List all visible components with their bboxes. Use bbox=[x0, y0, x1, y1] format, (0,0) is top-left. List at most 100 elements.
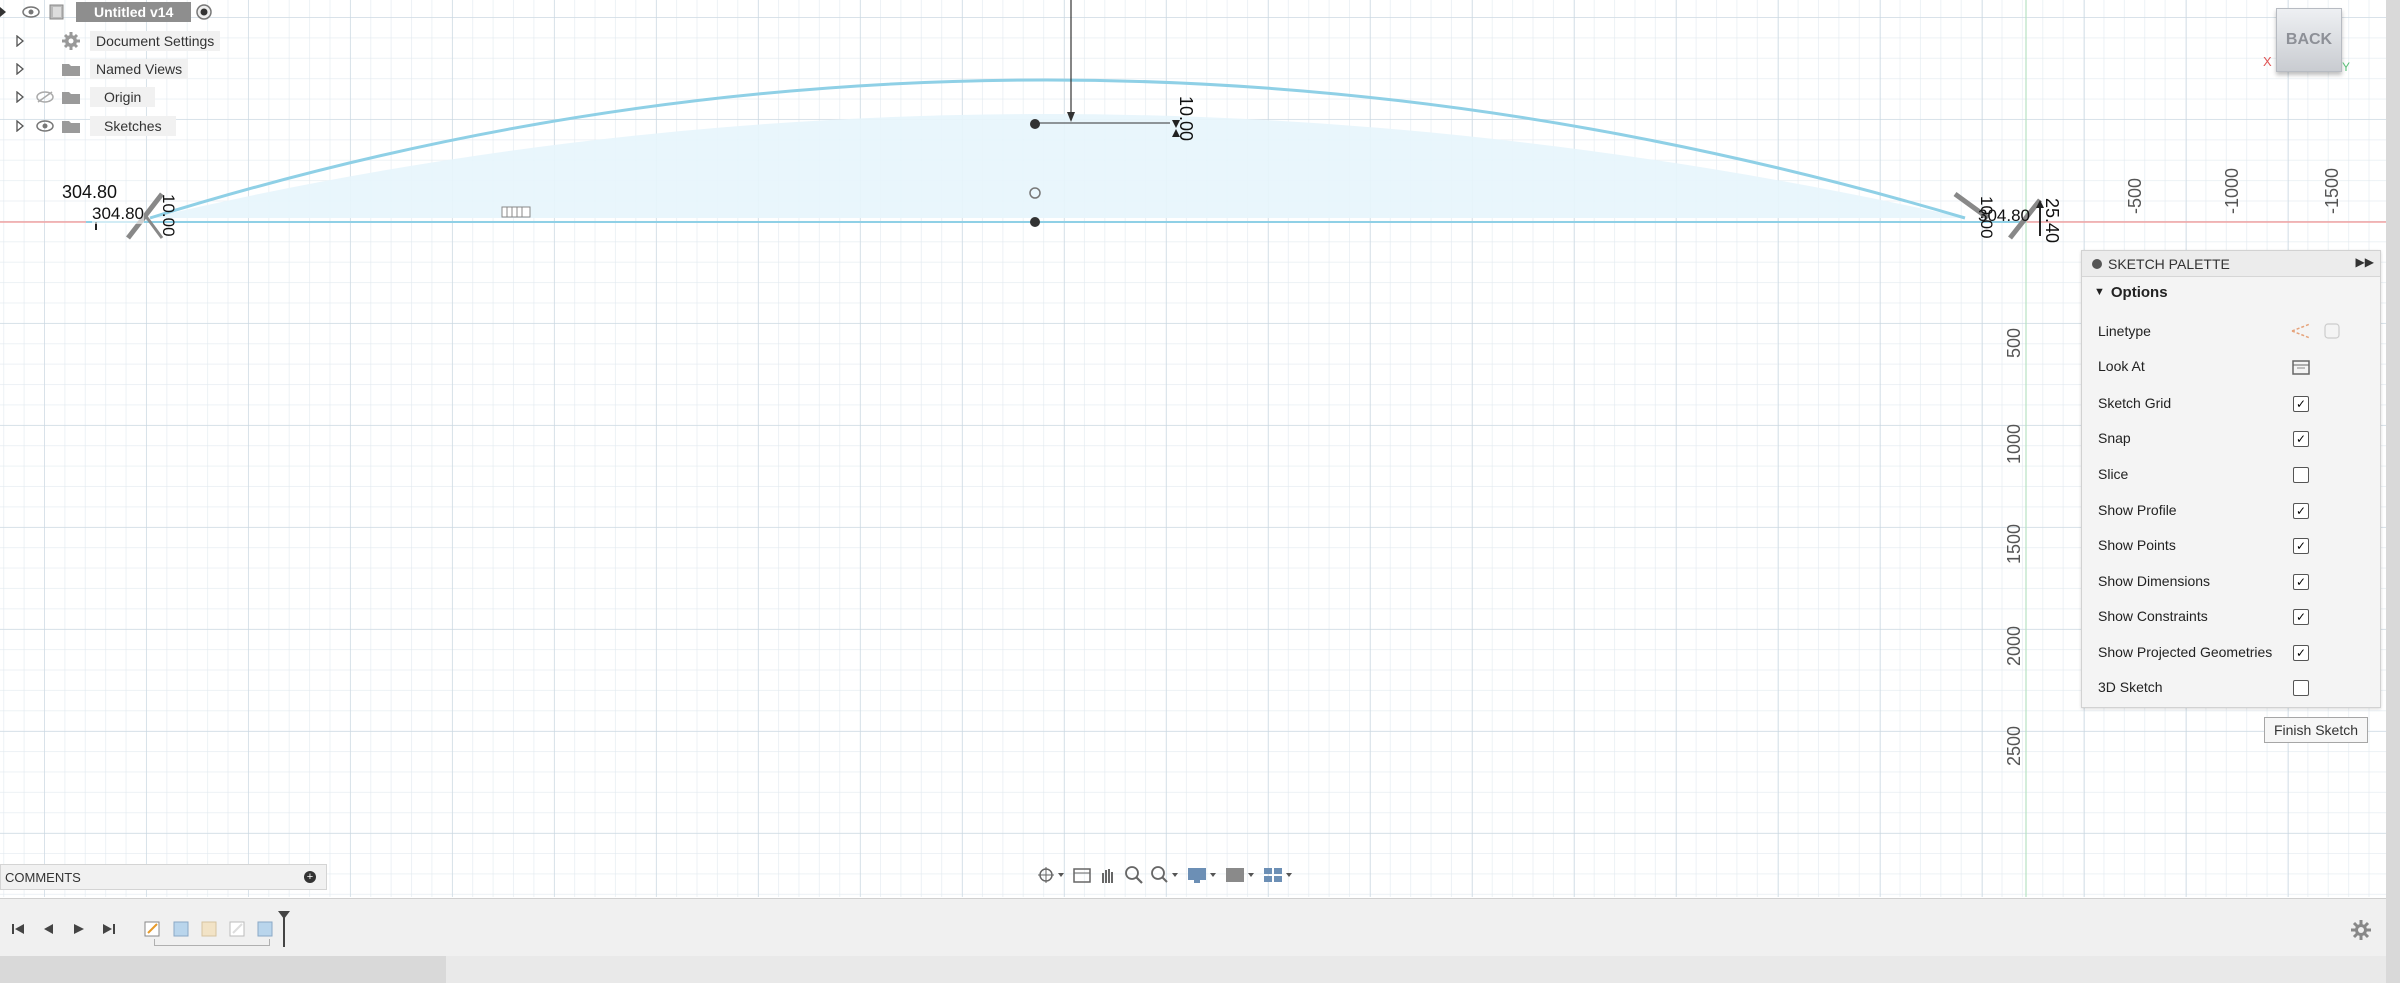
sketch-canvas[interactable]: Untitled v14 Document Settings Named Vie… bbox=[0, 0, 2386, 897]
pan-icon[interactable] bbox=[1098, 864, 1118, 886]
window-shadow-strip bbox=[446, 956, 2386, 983]
eye-icon[interactable] bbox=[34, 118, 56, 134]
expand-chevron-icon[interactable] bbox=[14, 35, 26, 47]
x-axis-label: X bbox=[2263, 54, 2272, 69]
browser-root-label[interactable]: Untitled v14 bbox=[76, 2, 192, 22]
options-section[interactable]: ▼ Options bbox=[2082, 277, 2380, 307]
ruler-tick: -500 bbox=[2125, 177, 2145, 214]
expand-chevron-icon[interactable] bbox=[14, 91, 26, 103]
show-constraints-checkbox[interactable]: ✓ bbox=[2293, 609, 2309, 625]
dimension-right-offset[interactable]: 25.40 bbox=[2041, 198, 2062, 243]
viewports-icon[interactable] bbox=[1262, 864, 1294, 886]
linetype-construction-icon[interactable] bbox=[2290, 322, 2312, 345]
timeline-feature-icon[interactable] bbox=[254, 919, 276, 939]
section-label: Options bbox=[2110, 283, 2168, 301]
ruler-tick: 2000 bbox=[2004, 625, 2024, 666]
option-show-points: Show Points bbox=[2098, 537, 2176, 553]
browser-root[interactable]: Untitled v14 bbox=[0, 1, 213, 23]
midpoint[interactable] bbox=[1030, 217, 1040, 227]
y-axis-label: Y bbox=[2342, 60, 2351, 74]
3d-sketch-checkbox[interactable] bbox=[2293, 680, 2309, 696]
show-points-checkbox[interactable]: ✓ bbox=[2293, 538, 2309, 554]
ruler-tick: 1000 bbox=[2004, 423, 2024, 464]
timeline-feature-icon[interactable] bbox=[170, 919, 192, 939]
dimension-right-vertical[interactable]: 10.00 bbox=[1976, 196, 1996, 239]
grid-settings-icon[interactable] bbox=[1224, 864, 1256, 886]
zoom-window-icon[interactable] bbox=[1150, 864, 1180, 886]
palette-title: SKETCH PALETTE bbox=[2108, 255, 2230, 272]
option-show-constraints: Show Constraints bbox=[2098, 608, 2208, 624]
eye-hidden-icon[interactable] bbox=[34, 89, 56, 105]
slice-checkbox[interactable] bbox=[2293, 467, 2309, 483]
constraint-glyph[interactable] bbox=[501, 206, 531, 218]
linetype-centerline-icon[interactable] bbox=[2323, 322, 2341, 345]
finish-sketch-button[interactable]: Finish Sketch bbox=[2264, 717, 2368, 743]
profile-region[interactable] bbox=[150, 114, 1965, 218]
play-icon[interactable] bbox=[68, 919, 90, 939]
palette-header[interactable]: SKETCH PALETTE ▶▶ bbox=[2082, 251, 2380, 277]
fusion-window: Untitled v14 Document Settings Named Vie… bbox=[0, 0, 2386, 956]
expand-chevron-icon[interactable] bbox=[0, 6, 6, 18]
add-comment-icon[interactable]: + bbox=[304, 871, 316, 883]
display-settings-icon[interactable] bbox=[1186, 864, 1218, 886]
folder-icon bbox=[60, 89, 82, 105]
timeline-group-bracket bbox=[154, 939, 270, 946]
view-cube[interactable]: BACK bbox=[2276, 8, 2342, 72]
browser-item-label[interactable]: Document Settings bbox=[90, 31, 221, 51]
expand-chevron-icon[interactable] bbox=[14, 120, 26, 132]
collapse-icon[interactable] bbox=[2092, 258, 2102, 269]
section-chevron-icon[interactable]: ▼ bbox=[2094, 286, 2105, 298]
folder-icon bbox=[60, 118, 82, 134]
timeline-settings-gear-icon[interactable] bbox=[2350, 919, 2372, 946]
browser-item-sketches[interactable]: Sketches bbox=[0, 115, 176, 137]
browser-item-document-settings[interactable]: Document Settings bbox=[0, 30, 221, 52]
ruler-tick: 2500 bbox=[2004, 725, 2024, 766]
look-at-icon[interactable] bbox=[1072, 864, 1092, 886]
dimension-left-length-2[interactable]: 304.80 bbox=[92, 204, 144, 224]
browser-item-named-views[interactable]: Named Views bbox=[0, 58, 189, 80]
look-at-button-icon[interactable] bbox=[2291, 358, 2311, 381]
arc-top-point[interactable] bbox=[1030, 119, 1040, 129]
browser-item-label[interactable]: Named Views bbox=[90, 59, 189, 79]
option-linetype: Linetype bbox=[2098, 323, 2151, 339]
dimension-top-height[interactable]: 10.00 bbox=[1175, 96, 1196, 141]
option-look-at: Look At bbox=[2098, 358, 2145, 374]
step-back-icon[interactable] bbox=[38, 919, 60, 939]
option-show-dimensions: Show Dimensions bbox=[2098, 573, 2211, 589]
ruler-tick: -1500 bbox=[2322, 167, 2342, 214]
eye-icon[interactable] bbox=[20, 4, 42, 20]
navigation-bar bbox=[1036, 860, 1316, 890]
dimension-left-length[interactable]: 304.80 bbox=[62, 182, 117, 203]
dimension-left-vertical[interactable]: 10.00 bbox=[158, 194, 178, 237]
orbit-icon[interactable] bbox=[1036, 864, 1066, 886]
browser-item-label[interactable]: Sketches bbox=[90, 116, 176, 136]
expand-chevron-icon[interactable] bbox=[14, 63, 26, 75]
sketch-grid-checkbox[interactable]: ✓ bbox=[2293, 396, 2309, 412]
view-cube-face-label[interactable]: BACK bbox=[2286, 31, 2332, 49]
show-projected-geometries-checkbox[interactable]: ✓ bbox=[2293, 645, 2309, 661]
ruler-tick: -1000 bbox=[2222, 167, 2242, 214]
show-profile-checkbox[interactable]: ✓ bbox=[2293, 503, 2309, 519]
ruler-tick: 1500 bbox=[2004, 523, 2024, 564]
option-snap: Snap bbox=[2098, 430, 2131, 446]
document-icon bbox=[46, 4, 68, 20]
option-show-profile: Show Profile bbox=[2098, 502, 2177, 518]
gear-icon bbox=[60, 32, 82, 50]
snap-checkbox[interactable]: ✓ bbox=[2293, 431, 2309, 447]
activate-radio-icon[interactable] bbox=[195, 3, 213, 21]
zoom-icon[interactable] bbox=[1124, 864, 1144, 886]
timeline-sketch-icon[interactable] bbox=[226, 919, 248, 939]
option-show-projected-geometries: Show Projected Geometries bbox=[2098, 644, 2273, 660]
timeline-marker-icon[interactable] bbox=[278, 911, 290, 952]
go-to-end-icon[interactable] bbox=[98, 919, 120, 939]
timeline-sketch-icon[interactable] bbox=[142, 919, 164, 939]
show-dimensions-checkbox[interactable]: ✓ bbox=[2293, 574, 2309, 590]
go-to-start-icon[interactable] bbox=[8, 919, 30, 939]
timeline bbox=[0, 898, 2386, 956]
expand-arrows-icon[interactable]: ▶▶ bbox=[2356, 255, 2374, 269]
comments-panel[interactable]: COMMENTS + bbox=[0, 864, 327, 890]
browser-item-label[interactable]: Origin bbox=[90, 87, 156, 107]
ruler-tick: 500 bbox=[2004, 327, 2024, 358]
browser-item-origin[interactable]: Origin bbox=[0, 86, 156, 108]
timeline-feature-icon[interactable] bbox=[198, 919, 220, 939]
